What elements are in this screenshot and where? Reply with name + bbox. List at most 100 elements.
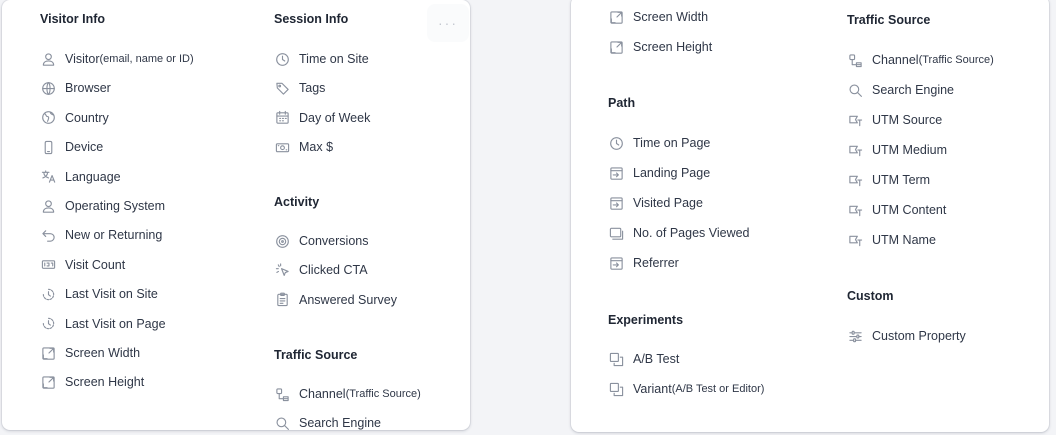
menu-item-suffix: (email, name or ID) — [99, 53, 194, 65]
menu-item-utm-source[interactable]: UTM Source — [847, 109, 942, 131]
menu-item-last-visit-on-site[interactable]: Last Visit on Site — [40, 283, 158, 305]
menu-item-search-engine[interactable]: Search Engine — [274, 412, 381, 430]
utm-flag-icon — [847, 142, 863, 158]
menu-item-label: Tags — [299, 81, 326, 96]
page-enter-icon — [608, 195, 624, 211]
section-title-custom: Custom — [847, 289, 894, 303]
menu-item-label: Last Visit on Site — [65, 287, 158, 302]
copy-icon — [608, 381, 624, 397]
menu-item-visitor[interactable]: Visitor (email, name or ID) — [40, 48, 194, 70]
clock-icon — [274, 51, 290, 67]
page-enter-icon — [608, 165, 624, 181]
menu-item-device[interactable]: Device — [40, 136, 103, 158]
resize-icon — [608, 39, 624, 55]
menu-item-visited-page[interactable]: Visited Page — [608, 192, 703, 214]
menu-item-max[interactable]: Max $ — [274, 136, 333, 158]
menu-item-label: Referrer — [633, 256, 679, 270]
menu-item-label: Browser — [65, 81, 111, 96]
menu-item-label: Answered Survey — [299, 292, 397, 307]
menu-item-search-engine[interactable]: Search Engine — [847, 79, 954, 101]
menu-item-label: No. of Pages Viewed — [633, 226, 750, 240]
menu-item-label: Search Engine — [299, 416, 382, 430]
menu-item-country[interactable]: Country — [40, 107, 109, 129]
menu-item-label: Screen Width — [633, 10, 709, 24]
copy-icon — [608, 351, 624, 367]
menu-item-channel[interactable]: Channel (Traffic Source) — [847, 49, 994, 71]
menu-item-new-or-returning[interactable]: New or Returning — [40, 224, 162, 246]
money-icon — [274, 139, 290, 155]
menu-item-tags[interactable]: Tags — [274, 77, 325, 99]
cursor-click-icon — [274, 262, 290, 278]
menu-item-visit-count[interactable]: Visit Count — [40, 254, 125, 276]
menu-item-label: Time on Site — [299, 52, 369, 66]
menu-item-label: Day of Week — [299, 110, 371, 125]
menu-item-browser[interactable]: Browser — [40, 77, 111, 99]
menu-item-last-visit-on-page[interactable]: Last Visit on Page — [40, 313, 166, 335]
menu-item-label: Last Visit on Page — [65, 316, 166, 331]
menu-item-no-of-pages-viewed[interactable]: No. of Pages Viewed — [608, 222, 750, 244]
menu-item-language[interactable]: Language — [40, 166, 121, 188]
menu-item-operating-system[interactable]: Operating System — [40, 195, 165, 217]
menu-item-label: UTM Medium — [872, 143, 948, 157]
channel-icon — [274, 386, 290, 402]
menu-item-custom-property[interactable]: Custom Property — [847, 325, 966, 347]
menu-item-clicked-cta[interactable]: Clicked CTA — [274, 259, 368, 281]
utm-flag-icon — [847, 202, 863, 218]
phone-icon — [40, 139, 56, 155]
section-title-session-info: Session Info — [274, 12, 349, 26]
clock-icon — [608, 135, 624, 151]
clipboard-icon — [274, 292, 290, 308]
menu-item-label: Custom Property — [872, 329, 966, 343]
menu-item-label: UTM Name — [872, 233, 936, 247]
menu-item-utm-name[interactable]: UTM Name — [847, 229, 936, 251]
menu-item-screen-width[interactable]: Screen Width — [608, 6, 708, 28]
history-clock-icon — [40, 316, 56, 332]
history-clock-icon — [40, 286, 56, 302]
menu-item-screen-width[interactable]: Screen Width — [40, 342, 140, 364]
menu-item-suffix: (A/B Test or Editor) — [671, 383, 765, 395]
return-arrow-icon — [40, 227, 56, 243]
menu-item-a-b-test[interactable]: A/B Test — [608, 348, 679, 370]
section-title-visitor-info: Visitor Info — [40, 12, 106, 26]
more-options-button[interactable]: ··· — [427, 4, 469, 42]
menu-item-label: Screen Height — [633, 40, 713, 54]
menu-item-label: Screen Width — [65, 346, 141, 360]
utm-flag-icon — [847, 112, 863, 128]
search-icon — [274, 415, 290, 430]
menu-item-time-on-page[interactable]: Time on Page — [608, 132, 710, 154]
resize-icon — [40, 374, 56, 390]
menu-item-screen-height[interactable]: Screen Height — [40, 371, 144, 393]
menu-item-utm-medium[interactable]: UTM Medium — [847, 139, 947, 161]
menu-item-day-of-week[interactable]: Day of Week — [274, 107, 370, 129]
menu-item-landing-page[interactable]: Landing Page — [608, 162, 710, 184]
calendar-icon — [274, 110, 290, 126]
earth-icon — [40, 110, 56, 126]
menu-item-referrer[interactable]: Referrer — [608, 252, 679, 274]
section-title-experiments: Experiments — [608, 313, 684, 327]
utm-flag-icon — [847, 172, 863, 188]
menu-item-label: Landing Page — [633, 166, 711, 180]
menu-item-time-on-site[interactable]: Time on Site — [274, 48, 369, 70]
menu-item-label: New or Returning — [65, 228, 163, 243]
resize-icon — [608, 9, 624, 25]
menu-item-label: Visited Page — [633, 196, 703, 210]
globe-icon — [40, 80, 56, 96]
menu-item-screen-height[interactable]: Screen Height — [608, 36, 712, 58]
section-title-traffic-source: Traffic Source — [274, 348, 358, 362]
menu-item-utm-term[interactable]: UTM Term — [847, 169, 930, 191]
menu-item-utm-content[interactable]: UTM Content — [847, 199, 946, 221]
page-enter-icon — [608, 255, 624, 271]
menu-item-label: Max $ — [299, 140, 334, 155]
section-title-traffic-source: Traffic Source — [847, 13, 931, 27]
search-icon — [847, 82, 863, 98]
menu-item-variant[interactable]: Variant (A/B Test or Editor) — [608, 378, 764, 400]
filter-menu-panel-right: Screen Width Screen Height Path Time on Pa… — [571, 0, 1049, 432]
menu-item-conversions[interactable]: Conversions — [274, 230, 368, 252]
menu-item-label: Channel — [872, 53, 919, 67]
menu-item-channel[interactable]: Channel (Traffic Source) — [274, 383, 421, 405]
menu-item-answered-survey[interactable]: Answered Survey — [274, 289, 397, 311]
menu-item-label: Channel — [299, 387, 346, 401]
menu-item-label: Visit Count — [65, 257, 126, 272]
menu-item-label: Device — [65, 140, 104, 155]
user-icon — [40, 198, 56, 214]
